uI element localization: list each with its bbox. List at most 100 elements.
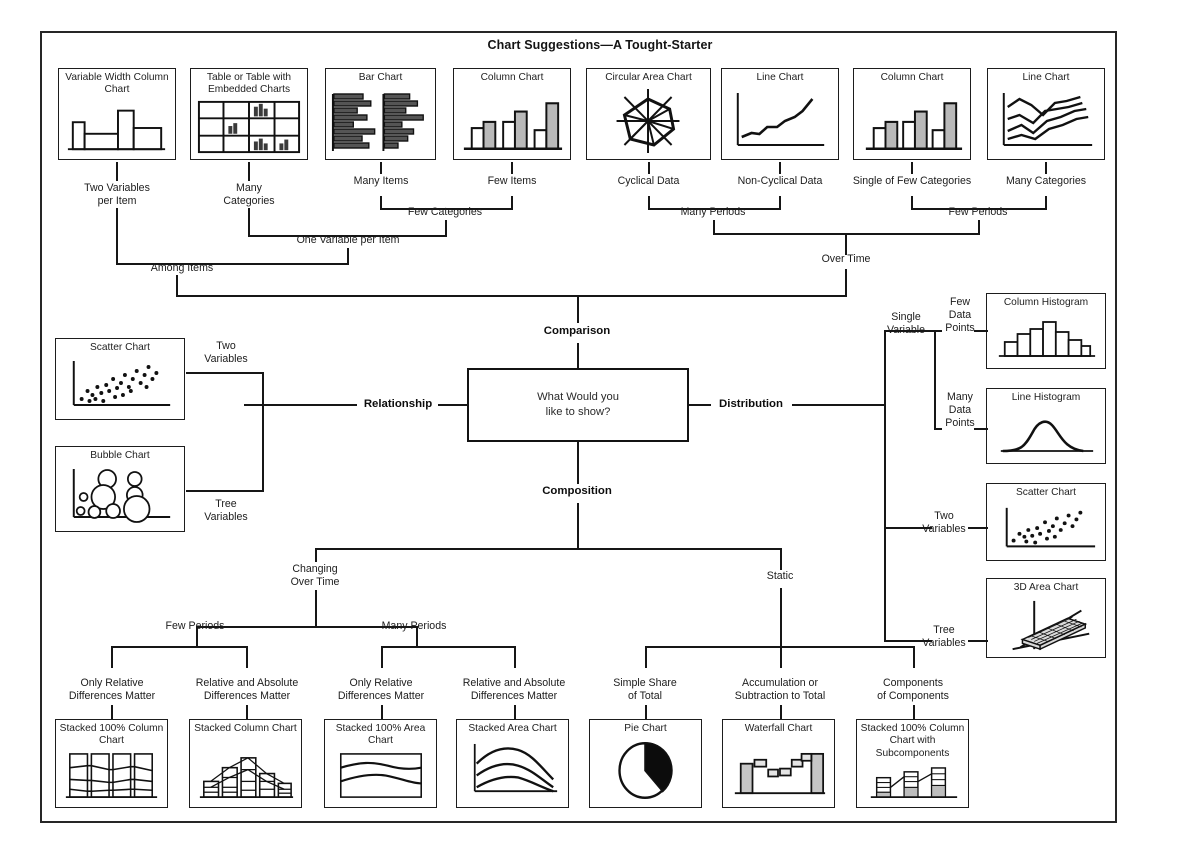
connector — [577, 503, 579, 550]
connector — [111, 705, 113, 719]
label-composition: Composition — [542, 485, 612, 497]
label-relationship: Relationship — [363, 398, 433, 410]
connector — [648, 162, 650, 174]
card-label: 3D Area Chart — [1013, 582, 1079, 593]
card-stacked-column-chart[interactable]: Stacked Column Chart — [189, 719, 305, 811]
connector — [176, 295, 847, 297]
connector — [780, 588, 782, 648]
connector — [934, 330, 936, 430]
connector — [111, 646, 248, 648]
connector — [577, 442, 579, 484]
stacked-subcomponents-icon — [861, 766, 964, 803]
card-stacked-100-area-chart[interactable]: Stacked 100% Area Chart — [324, 719, 440, 811]
label-comp-leaf-0: Only Relative Differences Matter — [68, 677, 156, 702]
card-label: Stacked Column Chart — [194, 723, 297, 734]
card-scatter-chart-relationship[interactable]: Scatter Chart — [55, 338, 188, 423]
card-variable-width-column-chart[interactable]: Variable Width Column Chart — [58, 68, 179, 163]
label-comp-leaf-1: Relative and Absolute Differences Matter — [195, 677, 299, 702]
bar-chart-icon — [330, 91, 431, 155]
card-stacked-100-column-chart[interactable]: Stacked 100% Column Chart — [55, 719, 171, 811]
card-column-chart-few-periods[interactable]: Column Chart — [853, 68, 974, 163]
connector — [380, 162, 382, 174]
label-many-data-points: Many Data Points — [945, 391, 975, 429]
card-label: Stacked 100% Area Chart — [335, 723, 426, 747]
card-label: Circular Area Chart — [605, 72, 692, 83]
label-few-items: Few Items — [487, 175, 537, 187]
connector — [779, 162, 781, 174]
card-line-chart-non-cyclical[interactable]: Line Chart — [721, 68, 842, 163]
variable-width-column-chart-icon — [63, 101, 171, 155]
card-column-histogram[interactable]: Column Histogram — [986, 293, 1109, 372]
connector — [248, 208, 250, 237]
connector — [934, 330, 942, 332]
label-comp-leaf-4: Simple Share of Total — [613, 677, 677, 702]
connector — [315, 590, 317, 628]
label-many-items: Many Items — [353, 175, 409, 187]
connector — [514, 705, 516, 719]
card-scatter-chart-distribution[interactable]: Scatter Chart — [986, 483, 1109, 564]
connector — [438, 404, 468, 406]
label-few-periods-composition: Few Periods — [165, 620, 225, 632]
card-stacked-area-chart[interactable]: Stacked Area Chart — [456, 719, 572, 811]
pie-chart-icon — [594, 738, 697, 803]
connector — [968, 640, 988, 642]
connector — [792, 404, 884, 406]
connector — [186, 372, 264, 374]
card-waterfall-chart[interactable]: Waterfall Chart — [722, 719, 838, 811]
connector — [315, 548, 317, 562]
connector — [116, 208, 118, 265]
connector — [381, 646, 516, 648]
connector — [514, 646, 516, 668]
card-circular-area-chart[interactable]: Circular Area Chart — [586, 68, 714, 163]
connector — [780, 548, 782, 570]
card-label: Scatter Chart — [89, 342, 151, 353]
card-stacked-100-column-chart-with-subcomponents[interactable]: Stacked 100% Column Chart with Subcompon… — [856, 719, 972, 811]
card-label: Waterfall Chart — [744, 723, 813, 734]
connector — [913, 646, 915, 668]
connector — [416, 626, 418, 648]
scatter-chart-distribution-icon — [991, 504, 1101, 556]
connector — [974, 330, 988, 332]
connector — [645, 705, 647, 719]
label-among-items: Among Items — [150, 262, 214, 274]
card-pie-chart[interactable]: Pie Chart — [589, 719, 705, 811]
card-label: Bubble Chart — [90, 450, 150, 461]
card-label: Line Chart — [756, 72, 804, 83]
label-many-categories-periods: Many Categories — [1005, 175, 1087, 187]
card-bubble-chart[interactable]: Bubble Chart — [55, 446, 188, 535]
label-comp-leaf-6: Components of Components — [877, 677, 949, 702]
connector — [577, 343, 579, 369]
card-line-chart-many-categories[interactable]: Line Chart — [987, 68, 1108, 163]
label-two-variables-per-item: Two Variables per Item — [84, 182, 150, 207]
line-chart-icon — [726, 89, 834, 155]
card-3d-area-chart[interactable]: 3D Area Chart — [986, 578, 1109, 661]
label-many-periods-comparison: Many Periods — [680, 206, 746, 218]
connector — [968, 527, 988, 529]
stacked-100-area-chart-icon — [329, 750, 432, 803]
connector — [1045, 162, 1047, 174]
connector — [913, 705, 915, 719]
connector — [186, 490, 264, 492]
card-label: Pie Chart — [624, 723, 667, 734]
label-few-periods-comparison: Few Periods — [948, 206, 1008, 218]
connector — [246, 646, 248, 668]
label-distribution: Distribution — [719, 398, 783, 410]
connector — [381, 646, 383, 668]
card-label: Line Histogram — [1011, 392, 1081, 403]
label-single-of-few-categories: Single of Few Categories — [852, 175, 972, 187]
card-column-chart-few-items[interactable]: Column Chart — [453, 68, 574, 163]
connector — [381, 705, 383, 719]
table-embedded-charts-icon — [195, 99, 303, 155]
connector — [315, 548, 781, 550]
stacked-area-chart-icon — [461, 742, 564, 803]
card-line-histogram[interactable]: Line Histogram — [986, 388, 1109, 467]
card-table-or-table-with-embedded-charts[interactable]: Table or Table with Embedded Charts — [190, 68, 311, 163]
connector — [884, 330, 936, 332]
connector — [262, 372, 264, 492]
circular-area-chart-icon — [591, 87, 706, 155]
label-static: Static — [766, 570, 794, 582]
card-label: Stacked Area Chart — [468, 723, 557, 734]
connector — [111, 646, 113, 668]
card-bar-chart[interactable]: Bar Chart — [325, 68, 439, 163]
connector — [934, 428, 942, 430]
